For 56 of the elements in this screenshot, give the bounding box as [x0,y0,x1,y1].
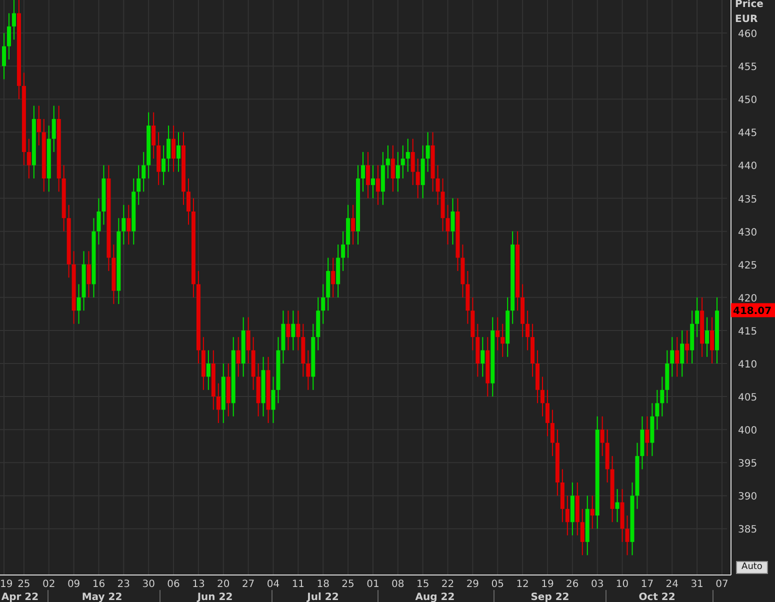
x-axis-label: 08 [392,579,404,590]
x-axis-label: 05 [491,579,504,590]
x-axis-label: 24 [666,579,678,590]
y-axis-label: 435 [738,194,758,206]
x-axis-label: 23 [117,579,130,590]
x-axis-label: 13 [192,579,205,590]
x-axis-label: 06 [167,579,180,590]
month-label: Sep 22 [530,592,570,602]
y-axis-label: 420 [738,293,758,304]
y-axis-label: 460 [738,29,758,40]
x-axis-label: 02 [42,579,56,590]
x-axis-label: 25 [18,579,30,590]
x-axis-label: 30 [142,579,155,590]
x-axis-label: 25 [342,579,354,590]
month-label: Oct 22 [638,592,676,602]
x-axis-label: 12 [516,579,529,590]
y-axis-label: 430 [738,227,758,238]
month-label: Jun 22 [197,592,233,602]
x-axis-label: 01 [366,579,380,590]
y-axis-label: 455 [738,62,758,74]
x-axis-label: 19 [0,579,13,590]
axis-unit: EUR [735,14,758,25]
month-label: May 22 [82,592,122,602]
x-axis-label: 19 [541,579,554,590]
x-axis-label: 10 [616,579,629,590]
price-tag: 418.07 [731,303,775,318]
x-axis-label: 04 [266,579,280,590]
auto-button[interactable]: Auto [736,561,768,574]
x-axis-label: 11 [292,579,305,590]
y-axis-label: 385 [738,524,758,536]
x-axis-label: 26 [566,579,579,590]
x-axis-label: 29 [466,579,480,590]
x-axis-label: 31 [690,579,704,590]
y-axis-label: 415 [738,326,758,338]
y-axis-label: 390 [738,492,758,503]
month-label: Jul 22 [307,592,339,602]
y-axis-label: 425 [738,260,758,272]
month-label: Aug 22 [415,592,455,602]
y-axis-label: 445 [738,128,758,140]
month-label: Apr 22 [1,592,39,602]
x-axis-label: 16 [92,579,106,590]
x-axis-label: 03 [590,579,604,590]
y-axis-label: 405 [738,392,758,404]
x-axis-label: 27 [242,579,255,590]
y-axis-label: 450 [738,95,758,106]
x-axis-label: 09 [67,579,80,590]
y-axis-label: 410 [738,360,758,370]
y-axis-label: 395 [738,458,758,470]
x-axis-label: 07 [716,579,728,590]
x-axis-label: 17 [640,579,654,590]
x-axis-label: 18 [316,579,330,590]
x-axis-label: 15 [416,579,430,590]
y-axis-label: 400 [738,426,758,437]
y-axis-label: 440 [738,161,758,172]
x-axis-label: 20 [217,579,230,590]
x-axis-label: 22 [441,579,454,590]
